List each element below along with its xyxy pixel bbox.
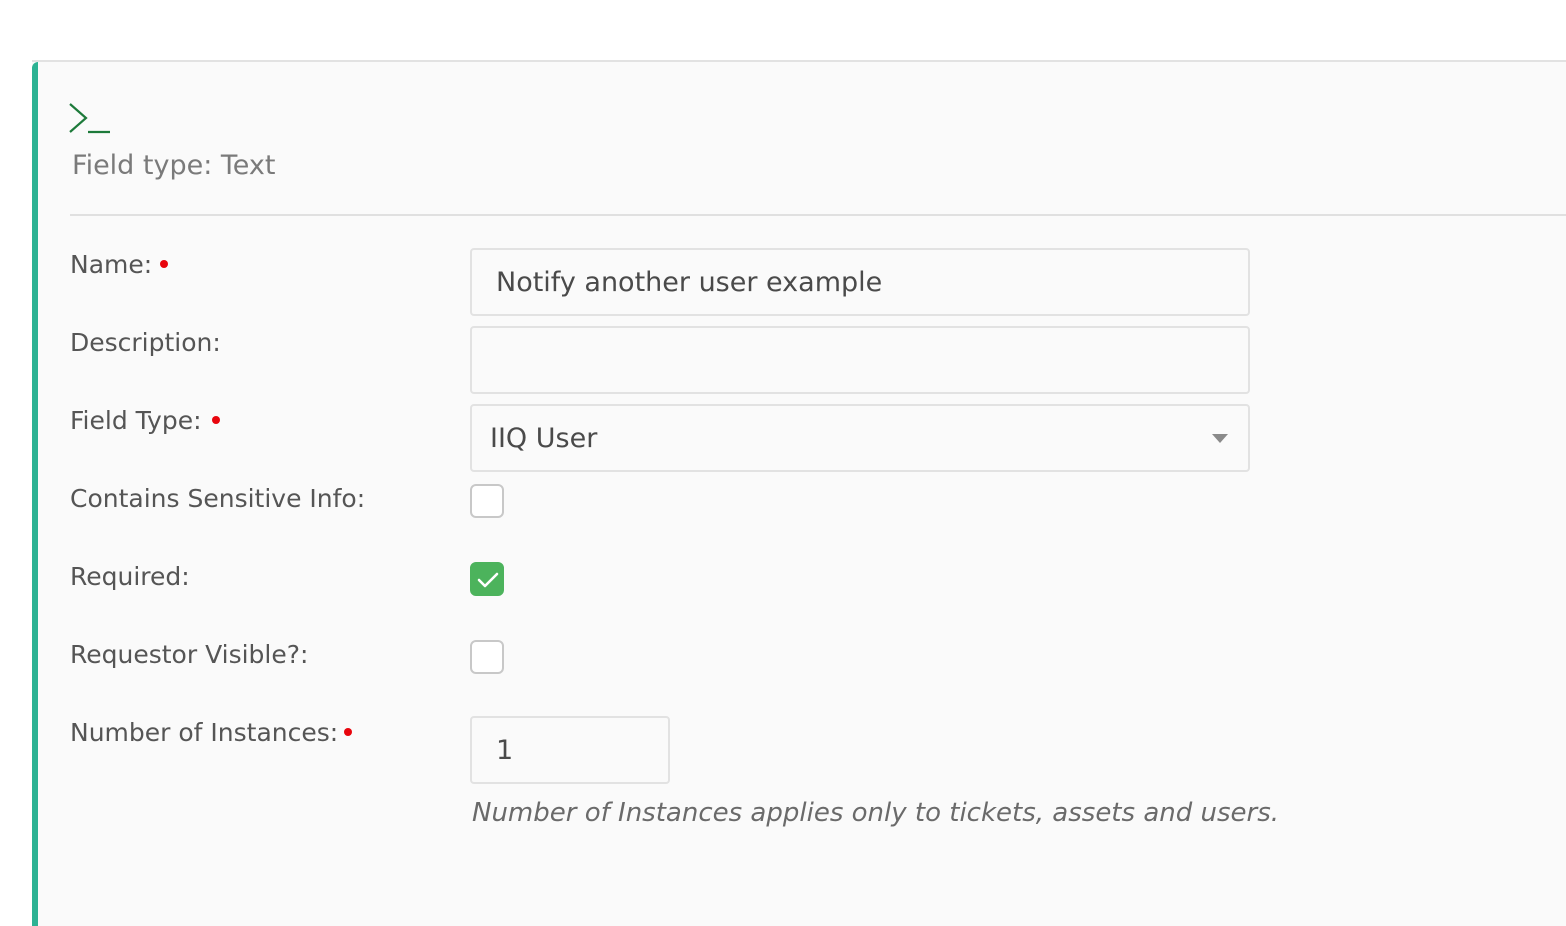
panel-accent-bar <box>32 62 38 926</box>
sensitive-info-label: Contains Sensitive Info: <box>70 484 366 513</box>
checkmark-icon <box>477 572 499 588</box>
description-label: Description: <box>70 328 221 357</box>
instances-input[interactable] <box>470 716 670 784</box>
field-type-required-indicator <box>212 416 220 424</box>
description-input[interactable] <box>470 326 1250 394</box>
instances-help-text: Number of Instances applies only to tick… <box>472 798 1280 828</box>
sensitive-info-checkbox[interactable] <box>470 484 504 518</box>
field-type-selected-value: IIQ User <box>490 423 598 454</box>
requestor-visible-label: Requestor Visible?: <box>70 640 309 669</box>
name-input[interactable] <box>470 248 1250 316</box>
field-type-title: Field type: Text <box>72 150 276 181</box>
header-divider <box>70 214 1566 216</box>
name-label: Name: <box>70 250 153 279</box>
name-required-indicator <box>160 260 168 268</box>
required-label: Required: <box>70 562 190 591</box>
field-editor-panel: Field type: Text Name: Description: Fiel… <box>32 60 1566 926</box>
required-checkbox[interactable] <box>470 562 504 596</box>
terminal-prompt-icon <box>69 103 110 134</box>
caret-down-icon <box>1212 434 1228 443</box>
instances-label: Number of Instances: <box>70 718 339 747</box>
field-type-label: Field Type: <box>70 406 202 435</box>
requestor-visible-checkbox[interactable] <box>470 640 504 674</box>
field-type-select[interactable]: IIQ User <box>470 404 1250 472</box>
instances-required-indicator <box>344 728 352 736</box>
